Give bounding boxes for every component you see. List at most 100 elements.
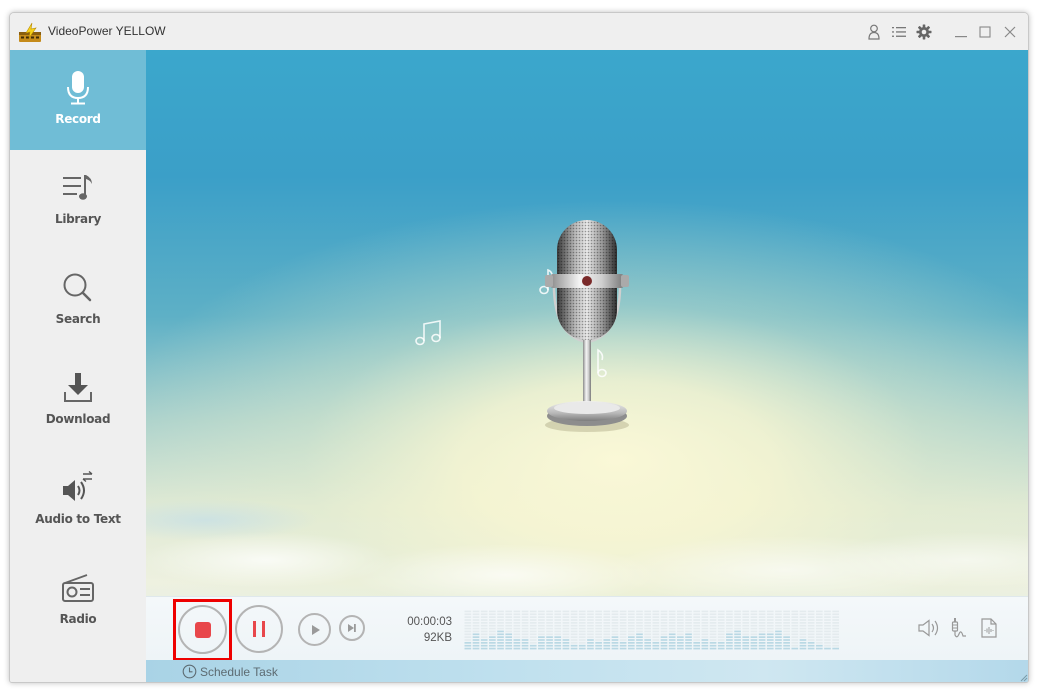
spectrum-segment	[513, 616, 521, 618]
spectrum-column	[701, 610, 709, 650]
spectrum-segment	[791, 642, 799, 644]
spectrum-segment	[775, 610, 782, 613]
spectrum-segment	[497, 647, 504, 650]
spectrum-segment	[521, 610, 529, 613]
spectrum-segment	[652, 624, 660, 627]
sidebar-item-search[interactable]: Search	[10, 250, 146, 350]
spectrum-segment	[799, 610, 807, 613]
spectrum-segment	[832, 622, 839, 624]
maximize-button[interactable]	[976, 23, 994, 41]
settings-button[interactable]	[915, 23, 933, 41]
spectrum-segment	[627, 624, 635, 627]
spectrum-column	[538, 610, 545, 650]
minimize-button[interactable]	[952, 23, 970, 41]
spectrum-segment	[587, 642, 594, 644]
spectrum-segment	[783, 619, 790, 621]
spectrum-segment	[832, 636, 839, 638]
spectrum-segment	[726, 630, 733, 633]
spectrum-segment	[480, 633, 488, 636]
spectrum-segment	[529, 622, 537, 624]
close-button[interactable]	[1001, 23, 1019, 41]
sidebar-item-download[interactable]: Download	[10, 350, 146, 450]
spectrum-segment	[611, 636, 619, 638]
account-button[interactable]	[865, 23, 883, 41]
spectrum-segment	[562, 630, 570, 633]
resize-grip-icon[interactable]	[1018, 672, 1028, 682]
spectrum-segment	[554, 644, 562, 647]
spectrum-segment	[750, 610, 758, 613]
stop-button[interactable]	[178, 605, 227, 654]
spectrum-segment	[709, 636, 717, 638]
spectrum-segment	[472, 616, 480, 618]
spectrum-segment	[832, 627, 839, 630]
spectrum-segment	[570, 613, 578, 616]
spectrum-segment	[644, 610, 651, 613]
pause-icon	[253, 621, 265, 637]
spectrum-segment	[652, 627, 660, 630]
spectrum-segment	[832, 639, 839, 641]
spectrum-segment	[709, 619, 717, 621]
spectrum-segment	[578, 613, 586, 616]
spectrum-segment	[693, 627, 701, 630]
sidebar-item-radio[interactable]: Radio	[10, 550, 146, 650]
spectrum-segment	[489, 624, 496, 627]
spectrum-segment	[546, 613, 553, 616]
gear-icon	[916, 24, 932, 40]
audio-file-button[interactable]	[978, 617, 1000, 639]
spectrum-segment	[693, 624, 701, 627]
spectrum-segment	[513, 622, 521, 624]
spectrum-segment	[505, 627, 513, 630]
spectrum-segment	[636, 622, 643, 624]
spectrum-segment	[644, 647, 651, 650]
spectrum-segment	[546, 627, 553, 630]
spectrum-segment	[587, 616, 594, 618]
spectrum-segment	[513, 630, 521, 633]
spectrum-column	[668, 610, 676, 650]
spectrum-segment	[693, 639, 701, 641]
schedule-task-button[interactable]: Schedule Task	[182, 664, 278, 679]
spectrum-segment	[619, 636, 627, 638]
spectrum-segment	[668, 639, 676, 641]
play-button[interactable]	[298, 613, 331, 646]
spectrum-segment	[464, 619, 472, 621]
menu-list-button[interactable]	[890, 23, 908, 41]
sidebar-item-record[interactable]: Record	[10, 50, 146, 150]
skip-next-button[interactable]	[339, 615, 365, 641]
spectrum-segment	[521, 627, 529, 630]
spectrum-segment	[815, 610, 823, 613]
spectrum-segment	[497, 630, 504, 633]
spectrum-segment	[709, 622, 717, 624]
spectrum-segment	[472, 610, 480, 613]
spectrum-segment	[758, 630, 766, 633]
spectrum-column	[693, 610, 701, 650]
spectrum-segment	[513, 642, 521, 644]
spectrum-segment	[734, 613, 741, 616]
speaker-output-button[interactable]	[918, 617, 940, 639]
spectrum-segment	[799, 633, 807, 636]
spectrum-segment	[644, 627, 651, 630]
spectrum-column	[554, 610, 562, 650]
spectrum-column	[636, 610, 643, 650]
spectrum-segment	[603, 624, 611, 627]
pause-button[interactable]	[235, 605, 283, 653]
spectrum-segment	[521, 624, 529, 627]
spectrum-segment	[750, 630, 758, 633]
spectrum-segment	[701, 613, 709, 616]
spectrum-segment	[513, 633, 521, 636]
sidebar-item-library[interactable]: Library	[10, 150, 146, 250]
sidebar-item-audio-to-text[interactable]: Audio to Text	[10, 450, 146, 550]
spectrum-segment	[709, 613, 717, 616]
audio-input-button[interactable]	[948, 617, 970, 639]
spectrum-segment	[554, 613, 562, 616]
spectrum-segment	[636, 636, 643, 638]
spectrum-segment	[644, 636, 651, 638]
spectrum-segment	[799, 647, 807, 650]
spectrum-segment	[750, 627, 758, 630]
spectrum-segment	[505, 619, 513, 621]
spectrum-segment	[824, 613, 831, 616]
spectrum-segment	[677, 647, 684, 650]
spectrum-segment	[554, 636, 562, 638]
spectrum-segment	[538, 616, 545, 618]
music-list-icon	[60, 170, 96, 206]
spectrum-segment	[472, 644, 480, 647]
